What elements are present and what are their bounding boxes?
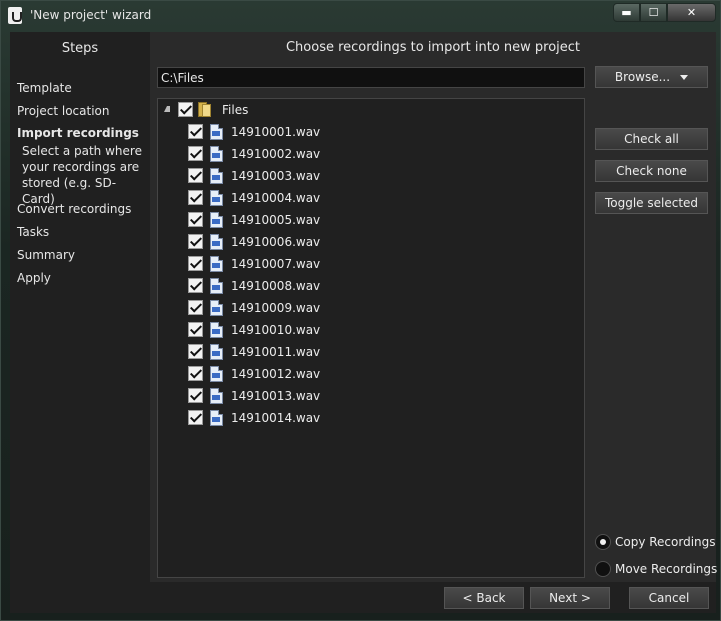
file-checkbox[interactable] — [188, 234, 203, 249]
file-checkbox[interactable] — [188, 278, 203, 293]
audio-file-icon — [210, 190, 223, 206]
move-recordings-option[interactable]: Move Recordings — [595, 559, 718, 579]
step-convert-recordings: Convert recordings — [17, 202, 132, 216]
file-label: 14910012.wav — [231, 367, 321, 381]
file-label: 14910008.wav — [231, 279, 321, 293]
file-checkbox[interactable] — [188, 366, 203, 381]
file-row[interactable]: 14910008.wav — [158, 275, 584, 297]
folder-icon — [198, 102, 212, 117]
page-title: Choose recordings to import into new pro… — [285, 40, 581, 55]
close-button[interactable]: ✕ — [667, 3, 716, 22]
file-checkbox[interactable] — [188, 300, 203, 315]
file-label: 14910004.wav — [231, 191, 321, 205]
file-label: 14910011.wav — [231, 345, 321, 359]
file-row[interactable]: 14910003.wav — [158, 165, 584, 187]
wizard-window: 'New project' wizard ▬ ☐ ✕ Steps Templat… — [0, 0, 721, 621]
root-label: Files — [222, 103, 249, 117]
file-row[interactable]: 14910006.wav — [158, 231, 584, 253]
title-bar[interactable]: 'New project' wizard ▬ ☐ ✕ — [1, 1, 720, 31]
steps-title: Steps — [61, 41, 99, 56]
file-label: 14910005.wav — [231, 213, 321, 227]
maximize-button[interactable]: ☐ — [640, 3, 667, 22]
file-label: 14910009.wav — [231, 301, 321, 315]
file-row[interactable]: 14910010.wav — [158, 319, 584, 341]
file-row[interactable]: 14910005.wav — [158, 209, 584, 231]
file-checkbox[interactable] — [188, 212, 203, 227]
check-all-button[interactable]: Check all — [595, 128, 708, 150]
file-label: 14910002.wav — [231, 147, 321, 161]
file-checkbox[interactable] — [188, 322, 203, 337]
audio-file-icon — [210, 300, 223, 316]
file-label: 14910010.wav — [231, 323, 321, 337]
wizard-footer: < Back Next > Cancel — [150, 582, 716, 613]
file-row[interactable]: 14910002.wav — [158, 143, 584, 165]
next-button[interactable]: Next > — [530, 587, 610, 609]
file-label: 14910014.wav — [231, 411, 321, 425]
path-input[interactable] — [157, 67, 585, 88]
step-summary: Summary — [17, 248, 75, 262]
file-row[interactable]: 14910013.wav — [158, 385, 584, 407]
audio-file-icon — [210, 234, 223, 250]
check-none-button[interactable]: Check none — [595, 160, 708, 182]
file-row[interactable]: 14910011.wav — [158, 341, 584, 363]
file-row[interactable]: 14910007.wav — [158, 253, 584, 275]
file-checkbox[interactable] — [188, 344, 203, 359]
file-label: 14910001.wav — [231, 125, 321, 139]
import-panel: Choose recordings to import into new pro… — [150, 32, 718, 582]
file-row[interactable]: 14910001.wav — [158, 121, 584, 143]
steps-sidebar: Steps Template Project location Import r… — [10, 32, 150, 613]
audio-file-icon — [210, 124, 223, 140]
minimize-button[interactable]: ▬ — [613, 3, 640, 22]
copy-recordings-option[interactable]: Copy Recordings — [595, 532, 716, 552]
expand-triangle-icon[interactable] — [164, 106, 170, 112]
app-icon — [8, 7, 22, 24]
file-checkbox[interactable] — [188, 190, 203, 205]
toggle-selected-button[interactable]: Toggle selected — [595, 192, 708, 214]
file-checkbox[interactable] — [188, 388, 203, 403]
audio-file-icon — [210, 366, 223, 382]
step-import-recordings: Import recordings — [17, 126, 139, 140]
audio-file-icon — [210, 168, 223, 184]
browse-label: Browse... — [614, 70, 671, 84]
file-label: 14910007.wav — [231, 257, 321, 271]
file-checkbox[interactable] — [188, 256, 203, 271]
copy-recordings-label: Copy Recordings — [615, 535, 716, 549]
file-label: 14910013.wav — [231, 389, 321, 403]
tree-root-row[interactable]: Files — [158, 99, 584, 121]
move-recordings-label: Move Recordings — [615, 562, 718, 576]
step-project-location: Project location — [17, 104, 110, 118]
move-recordings-radio[interactable] — [595, 561, 611, 577]
step-description: Select a path where your recordings are … — [22, 144, 142, 206]
copy-recordings-radio[interactable] — [595, 534, 611, 550]
audio-file-icon — [210, 322, 223, 338]
file-label: 14910003.wav — [231, 169, 321, 183]
cancel-button[interactable]: Cancel — [629, 587, 709, 609]
root-checkbox[interactable] — [178, 102, 193, 117]
browse-button[interactable]: Browse... — [595, 66, 708, 88]
file-checkbox[interactable] — [188, 146, 203, 161]
step-apply: Apply — [17, 271, 51, 285]
audio-file-icon — [210, 278, 223, 294]
back-button[interactable]: < Back — [444, 587, 524, 609]
file-row[interactable]: 14910012.wav — [158, 363, 584, 385]
audio-file-icon — [210, 212, 223, 228]
audio-file-icon — [210, 256, 223, 272]
file-row[interactable]: 14910009.wav — [158, 297, 584, 319]
audio-file-icon — [210, 344, 223, 360]
file-label: 14910006.wav — [231, 235, 321, 249]
file-checkbox[interactable] — [188, 124, 203, 139]
chevron-down-icon[interactable] — [680, 74, 689, 80]
wizard-client: Steps Template Project location Import r… — [10, 32, 718, 613]
window-title: 'New project' wizard — [30, 8, 152, 22]
audio-file-icon — [210, 388, 223, 404]
audio-file-icon — [210, 146, 223, 162]
file-checkbox[interactable] — [188, 168, 203, 183]
file-checkbox[interactable] — [188, 410, 203, 425]
recordings-tree[interactable]: Files 14910001.wav 14910002.wav 14910003… — [157, 98, 585, 578]
file-row[interactable]: 14910004.wav — [158, 187, 584, 209]
file-row[interactable]: 14910014.wav — [158, 407, 584, 429]
step-template: Template — [17, 81, 72, 95]
audio-file-icon — [210, 410, 223, 426]
step-tasks: Tasks — [17, 225, 50, 239]
